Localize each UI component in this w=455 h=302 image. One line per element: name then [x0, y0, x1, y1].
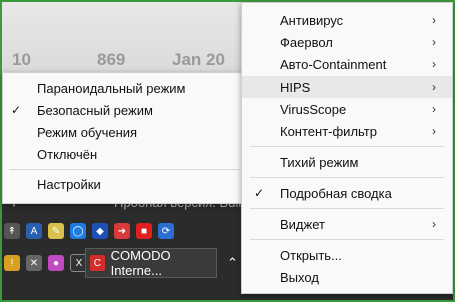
comodo-app-icon: C [90, 255, 105, 271]
arrow-icon[interactable]: ➜ [114, 223, 130, 239]
menu-item-antivirus[interactable]: Антивирус › [242, 9, 452, 31]
top-number-3: Jan 20 [172, 50, 225, 69]
check-icon: ✓ [10, 103, 22, 117]
tray-row-2: ! ✕ ● X [4, 252, 88, 274]
menu-item-label: Выход [280, 269, 319, 285]
menu-item-label: Подробная сводка [280, 185, 392, 201]
sync-icon[interactable]: ⟳ [158, 223, 174, 239]
taskbar-button-comodo[interactable]: C COMODO Interne... [85, 248, 217, 278]
menu-item-silent-mode[interactable]: Тихий режим [242, 151, 452, 173]
comodo-icon[interactable]: ◯ [70, 223, 86, 239]
menu-item-widget[interactable]: Виджет › [242, 213, 452, 235]
menu-separator [250, 146, 444, 147]
menu-item-label: Параноидальный режим [37, 80, 186, 96]
menu-item-content-filter[interactable]: Контент-фильтр › [242, 120, 452, 142]
a-icon[interactable]: A [26, 223, 42, 239]
chevron-right-icon: › [432, 13, 436, 27]
chevron-right-icon: › [432, 102, 436, 116]
check-icon: ✓ [253, 186, 265, 200]
menu-item-firewall[interactable]: Фаервол › [242, 31, 452, 53]
chevron-right-icon: › [432, 124, 436, 138]
menu-item-label: Режим обучения [37, 124, 138, 140]
chevron-right-icon: › [432, 35, 436, 49]
menu-item-training[interactable]: Режим обучения [3, 121, 246, 143]
warning-icon[interactable]: ! [4, 255, 20, 271]
color-icon[interactable]: ● [48, 255, 64, 271]
menu-item-exit[interactable]: Выход [242, 266, 452, 288]
menu-item-label: Отключён [37, 146, 98, 162]
menu-item-settings[interactable]: Настройки [3, 173, 246, 195]
pin-icon[interactable]: ↟ [4, 223, 20, 239]
menu-item-label: Открыть... [280, 247, 342, 263]
menu-item-label: Антивирус [280, 12, 344, 28]
chevron-right-icon: › [432, 217, 436, 231]
menu-item-label: Авто-Containment [280, 56, 387, 72]
menu-item-open[interactable]: Открыть... [242, 244, 452, 266]
menu-item-hips[interactable]: HIPS › [242, 76, 452, 98]
chevron-right-icon: › [432, 57, 436, 71]
menu-item-label: Контент-фильтр [280, 123, 377, 139]
top-number-2: 869 [97, 50, 126, 69]
menu-item-disabled[interactable]: Отключён [3, 143, 246, 165]
hips-submenu: Параноидальный режим ✓ Безопасный режим … [2, 72, 247, 204]
menu-item-paranoid[interactable]: Параноидальный режим [3, 77, 246, 99]
tray-context-menu: Антивирус › Фаервол › Авто-Containment ›… [241, 2, 453, 294]
menu-item-label: Безопасный режим [37, 102, 153, 118]
menu-item-label: HIPS [280, 79, 311, 95]
note-icon[interactable]: ✎ [48, 223, 64, 239]
taskbar-button-label: COMODO Interne... [110, 248, 171, 278]
mute-icon[interactable]: ✕ [26, 255, 42, 271]
chevron-right-icon: › [432, 80, 436, 94]
tray-row-1: ↟ A ✎ ◯ ◆ ➜ ■ ⟳ [4, 220, 174, 242]
puzzle-icon[interactable]: ◆ [92, 223, 108, 239]
menu-separator [250, 177, 444, 178]
shield-red-icon[interactable]: ■ [136, 223, 152, 239]
menu-separator [250, 239, 444, 240]
menu-item-detailed-summary[interactable]: ✓ Подробная сводка [242, 182, 452, 204]
menu-item-label: VirusScope [280, 101, 347, 117]
menu-item-label: Виджет [280, 216, 325, 232]
top-number-1: 10 [12, 50, 31, 69]
menu-item-label: Тихий режим [280, 154, 359, 170]
menu-item-label: Фаервол [280, 34, 333, 50]
menu-item-virusscope[interactable]: VirusScope › [242, 98, 452, 120]
menu-separator [9, 169, 239, 170]
chevron-up-icon[interactable]: ⌃ [227, 255, 238, 271]
menu-item-auto-containment[interactable]: Авто-Containment › [242, 53, 452, 75]
menu-item-safe[interactable]: ✓ Безопасный режим [3, 99, 246, 121]
menu-item-label: Настройки [37, 176, 101, 192]
menu-separator [250, 208, 444, 209]
